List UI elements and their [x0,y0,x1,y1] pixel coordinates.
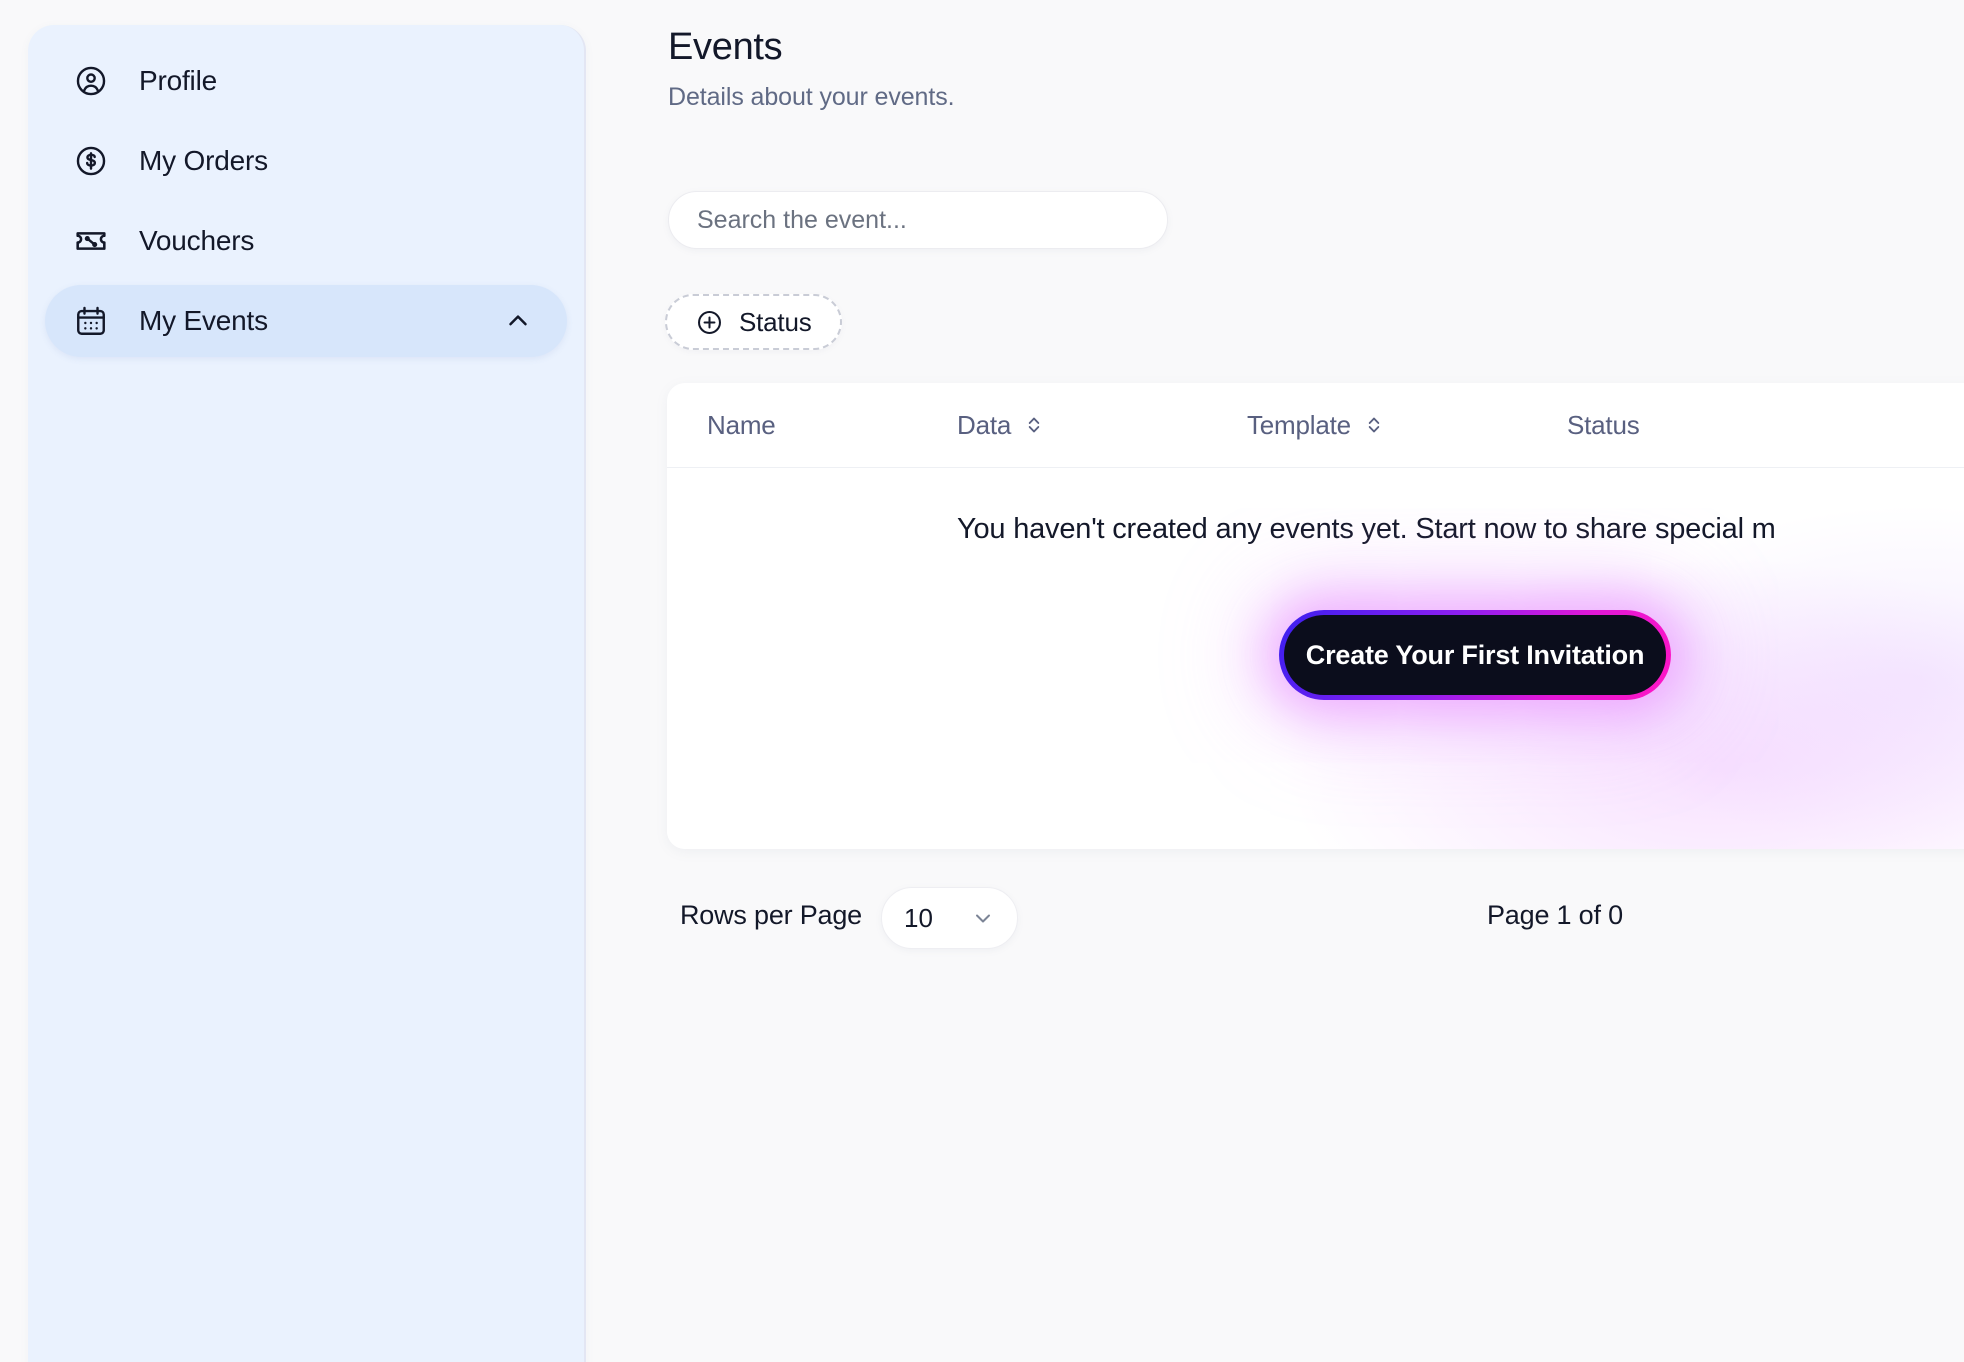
sidebar-item-my-orders[interactable]: My Orders [45,125,567,197]
column-header-label: Data [957,409,1012,440]
plus-circle-icon [695,308,723,336]
app-root: Profile My Orders Vouchers My Events Eve… [0,0,1964,1362]
table-empty-state: You haven't created any events yet. Star… [667,468,1964,849]
sidebar: Profile My Orders Vouchers My Events [28,25,586,1362]
dollar-circle-icon [73,143,109,179]
table-footer: Rows per Page 10 Page 1 of 0 [667,884,1964,954]
cta-wrapper: Create Your First Invitation [1279,610,1671,700]
user-circle-icon [73,63,109,99]
status-filter-button[interactable]: Status [665,294,842,350]
page-indicator: Page 1 of 0 [1487,900,1623,930]
column-header-status: Status [1567,410,1867,441]
events-table-card: Name Data Template Status You haven't cr… [667,383,1964,849]
sort-icon[interactable] [1363,411,1385,439]
column-header-label: Status [1567,409,1640,440]
sidebar-item-label: Profile [139,65,217,96]
rows-per-page-select[interactable]: 10 [881,887,1018,949]
sidebar-nav: Profile My Orders Vouchers My Events [28,25,584,357]
main-content: Events Details about your events. Status… [586,0,1964,1362]
column-header-template[interactable]: Template [1247,410,1567,441]
calendar-icon [73,303,109,339]
sidebar-item-label: Vouchers [139,225,255,256]
sidebar-item-label: My Orders [139,145,268,176]
column-header-data[interactable]: Data [957,410,1247,441]
sidebar-item-label: My Events [139,305,268,336]
search-field-wrapper [668,191,1168,249]
table-header-row: Name Data Template Status [667,383,1964,468]
status-filter-label: Status [739,306,812,337]
chevron-up-icon[interactable] [503,306,533,336]
rows-per-page-label: Rows per Page [680,900,862,930]
page-subtitle: Details about your events. [668,83,955,111]
sidebar-item-vouchers[interactable]: Vouchers [45,205,567,277]
chevron-down-icon [971,906,995,930]
empty-state-message: You haven't created any events yet. Star… [957,513,1776,545]
create-first-invitation-button[interactable]: Create Your First Invitation [1279,610,1671,700]
sidebar-item-my-events[interactable]: My Events [45,285,567,357]
create-first-invitation-label: Create Your First Invitation [1284,615,1666,695]
page-title: Events [668,26,783,68]
sort-icon[interactable] [1023,411,1045,439]
column-header-label: Template [1247,409,1351,440]
ticket-percent-icon [73,223,109,259]
sidebar-item-profile[interactable]: Profile [45,45,567,117]
column-header-name: Name [707,410,957,441]
rows-per-page-value: 10 [904,902,933,933]
column-header-label: Name [707,409,776,440]
search-input[interactable] [668,191,1168,249]
